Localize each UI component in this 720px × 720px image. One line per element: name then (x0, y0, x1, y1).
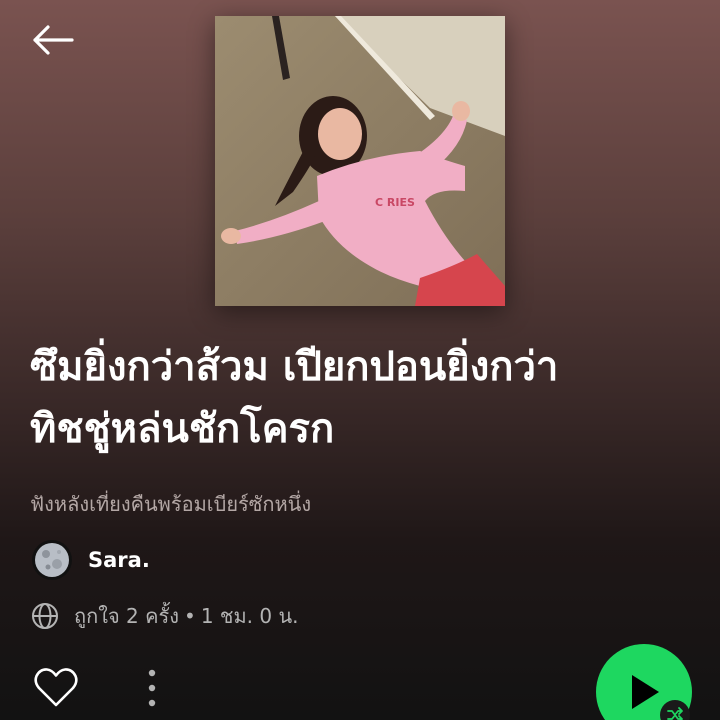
play-icon (632, 675, 659, 709)
playlist-meta: ถูกใจ 2 ครั้ง • 1 ชม. 0 น. (30, 600, 299, 632)
like-button[interactable] (32, 664, 80, 712)
playlist-duration: 1 ชม. 0 น. (200, 604, 299, 628)
more-vertical-icon (148, 669, 156, 707)
heart-outline-icon (34, 668, 78, 707)
playlist-title-line2: ทิชชู่หล่นชักโครก (30, 406, 335, 452)
svg-text:C RIES: C RIES (375, 196, 415, 209)
shuffle-icon (667, 707, 683, 720)
playlist-cover-image: C RIES (215, 16, 505, 306)
playlist-title: ซึมยิ่งกว่าส้วม เปียกปอนยิ่งกว่า ทิชชู่ห… (30, 336, 690, 460)
playlist-description: ฟังหลังเที่ยงคืนพร้อมเบียร์ซักหนึ่ง (30, 492, 312, 516)
owner-avatar (32, 540, 72, 580)
likes-count: ถูกใจ 2 ครั้ง (74, 604, 180, 628)
meta-separator: • (184, 604, 196, 628)
more-options-button[interactable] (136, 664, 168, 712)
owner-link[interactable]: Sara. (32, 540, 150, 580)
arrow-left-icon (33, 25, 74, 55)
playlist-title-line1: ซึมยิ่งกว่าส้วม เปียกปอนยิ่งกว่า (30, 344, 559, 390)
owner-name: Sara. (88, 548, 150, 572)
globe-icon (30, 601, 60, 631)
back-button[interactable] (28, 20, 76, 60)
